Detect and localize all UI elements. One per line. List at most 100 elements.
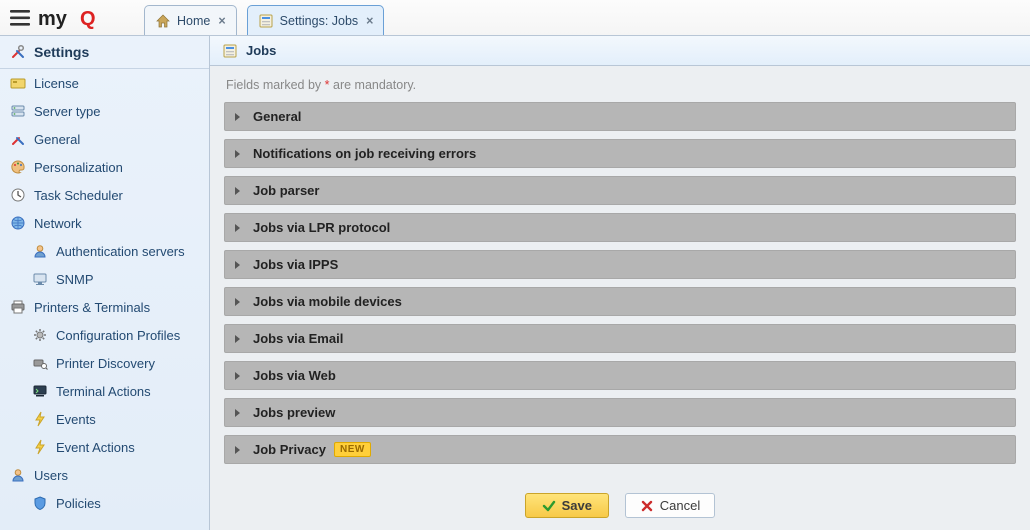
tab-label: Settings: Jobs	[280, 14, 359, 28]
gear-icon	[32, 327, 48, 343]
panel-title: Job parser	[253, 183, 319, 198]
chevron-right-icon	[233, 408, 243, 418]
app-bar: my Q Home × Settings: Jobs ×	[0, 0, 1030, 36]
panel-general[interactable]: General	[224, 102, 1016, 131]
chevron-right-icon	[233, 186, 243, 196]
panel-jobs-email[interactable]: Jobs via Email	[224, 324, 1016, 353]
sidebar-item-label: Events	[56, 412, 96, 427]
panel-title: Jobs preview	[253, 405, 335, 420]
lightning-icon	[32, 411, 48, 427]
sidebar-item-server-type[interactable]: Server type	[0, 97, 209, 125]
sidebar-item-license[interactable]: License	[0, 69, 209, 97]
chevron-right-icon	[233, 371, 243, 381]
button-label: Save	[562, 498, 592, 513]
panel-title: Jobs via IPPS	[253, 257, 338, 272]
settings-panels: Fields marked by * are mandatory. Genera…	[210, 66, 1030, 485]
sidebar-item-auth-servers[interactable]: Authentication servers	[0, 237, 209, 265]
user-icon	[32, 243, 48, 259]
sidebar-item-network[interactable]: Network	[0, 209, 209, 237]
mandatory-note: Fields marked by * are mandatory.	[226, 78, 1016, 92]
main-title: Jobs	[246, 43, 276, 58]
printer-icon	[10, 299, 26, 315]
svg-text:my: my	[38, 8, 68, 29]
panel-notifications[interactable]: Notifications on job receiving errors	[224, 139, 1016, 168]
tab-home[interactable]: Home ×	[144, 5, 237, 35]
chevron-right-icon	[233, 334, 243, 344]
terminal-icon	[32, 383, 48, 399]
sidebar-item-label: Server type	[34, 104, 100, 119]
chevron-right-icon	[233, 149, 243, 159]
sidebar-item-label: Printers & Terminals	[34, 300, 150, 315]
cancel-button[interactable]: Cancel	[625, 493, 715, 518]
server-icon	[10, 103, 26, 119]
sidebar-item-general[interactable]: General	[0, 125, 209, 153]
panel-jobs-web[interactable]: Jobs via Web	[224, 361, 1016, 390]
sidebar-item-events[interactable]: Events	[0, 405, 209, 433]
panel-jobs-mobile[interactable]: Jobs via mobile devices	[224, 287, 1016, 316]
close-icon[interactable]: ×	[218, 14, 225, 28]
logo[interactable]: my Q	[38, 7, 116, 29]
settings-icon	[10, 44, 26, 60]
panel-job-parser[interactable]: Job parser	[224, 176, 1016, 205]
globe-icon	[10, 215, 26, 231]
sidebar-item-printers-terminals[interactable]: Printers & Terminals	[0, 293, 209, 321]
sidebar-item-terminal-actions[interactable]: Terminal Actions	[0, 377, 209, 405]
sidebar-item-personalization[interactable]: Personalization	[0, 153, 209, 181]
lightning-icon	[32, 439, 48, 455]
panel-jobs-lpr[interactable]: Jobs via LPR protocol	[224, 213, 1016, 242]
svg-text:Q: Q	[80, 8, 96, 29]
sidebar-item-policies[interactable]: Policies	[0, 489, 209, 517]
sidebar-item-label: Network	[34, 216, 82, 231]
sidebar-item-label: Configuration Profiles	[56, 328, 180, 343]
home-icon	[155, 13, 171, 29]
shield-icon	[32, 495, 48, 511]
panel-title: Jobs via LPR protocol	[253, 220, 390, 235]
panel-title: Notifications on job receiving errors	[253, 146, 476, 161]
settings-tab-icon	[258, 13, 274, 29]
sidebar: Settings License Server type General Per…	[0, 36, 210, 530]
jobs-icon	[222, 43, 238, 59]
sidebar-item-label: Terminal Actions	[56, 384, 151, 399]
sidebar-item-task-scheduler[interactable]: Task Scheduler	[0, 181, 209, 209]
sidebar-title: Settings	[34, 44, 89, 60]
hamburger-icon	[10, 10, 30, 26]
discovery-icon	[32, 355, 48, 371]
sidebar-item-printer-discovery[interactable]: Printer Discovery	[0, 349, 209, 377]
main-header: Jobs	[210, 36, 1030, 66]
save-button[interactable]: Save	[525, 493, 609, 518]
sidebar-item-label: Printer Discovery	[56, 356, 155, 371]
snmp-icon	[32, 271, 48, 287]
chevron-right-icon	[233, 297, 243, 307]
close-icon[interactable]: ×	[366, 14, 373, 28]
sidebar-item-users[interactable]: Users	[0, 461, 209, 489]
button-label: Cancel	[660, 498, 700, 513]
panel-title: Jobs via Web	[253, 368, 336, 383]
main: Jobs Fields marked by * are mandatory. G…	[210, 36, 1030, 530]
sidebar-item-label: Task Scheduler	[34, 188, 123, 203]
sidebar-item-label: Personalization	[34, 160, 123, 175]
panel-title: Jobs via mobile devices	[253, 294, 402, 309]
sidebar-item-config-profiles[interactable]: Configuration Profiles	[0, 321, 209, 349]
sidebar-item-label: Users	[34, 468, 68, 483]
user-icon	[10, 467, 26, 483]
sidebar-item-label: General	[34, 132, 80, 147]
palette-icon	[10, 159, 26, 175]
x-icon	[640, 499, 654, 513]
menu-button[interactable]	[8, 6, 32, 30]
panel-jobs-ipps[interactable]: Jobs via IPPS	[224, 250, 1016, 279]
chevron-right-icon	[233, 112, 243, 122]
tab-settings-jobs[interactable]: Settings: Jobs ×	[247, 5, 385, 35]
logo-icon: my Q	[38, 7, 116, 29]
panel-jobs-preview[interactable]: Jobs preview	[224, 398, 1016, 427]
panel-job-privacy[interactable]: Job Privacy NEW	[224, 435, 1016, 464]
clock-icon	[10, 187, 26, 203]
license-icon	[10, 75, 26, 91]
sidebar-item-snmp[interactable]: SNMP	[0, 265, 209, 293]
tools-icon	[10, 131, 26, 147]
chevron-right-icon	[233, 260, 243, 270]
sidebar-item-event-actions[interactable]: Event Actions	[0, 433, 209, 461]
panel-title: Jobs via Email	[253, 331, 343, 346]
check-icon	[542, 499, 556, 513]
footer-actions: Save Cancel	[210, 485, 1030, 530]
tabs: Home × Settings: Jobs ×	[144, 0, 394, 35]
